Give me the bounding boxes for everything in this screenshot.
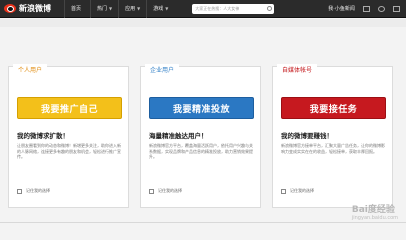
precise-ad-button[interactable]: 我要精准投放 (149, 97, 254, 119)
search-placeholder: 大家正在热搜：人大女神 (195, 5, 240, 11)
promote-myself-button[interactable]: 我要推广自己 (17, 97, 122, 119)
sub-header-strip (0, 19, 406, 27)
remember-choice-option[interactable]: 记住我的选择 (17, 188, 50, 194)
card-headline: 海量精准触达用户！ (149, 132, 208, 140)
message-icon[interactable] (362, 5, 370, 12)
nav-games[interactable]: 游戏 ▼ (146, 0, 174, 18)
nav-apps-label: 应用 (125, 6, 136, 12)
user-name-link[interactable]: 我·小鱼新闻 (328, 5, 355, 12)
chevron-down-icon: ▼ (137, 6, 141, 11)
gear-icon[interactable] (377, 5, 385, 12)
logo-text: 新浪微博 (19, 3, 51, 13)
personal-user-card: 个人用户 我要推广自己 我的微博求扩散！ 让朋友圈看到你的动态和微博！新增更多关… (8, 64, 129, 208)
chevron-down-icon: ▼ (109, 6, 113, 11)
logout-icon[interactable] (392, 5, 400, 12)
weibo-eye-icon (4, 4, 16, 13)
search-icon[interactable] (267, 5, 273, 11)
nav-games-label: 游戏 (153, 6, 164, 12)
remember-label: 记住我的选择 (290, 188, 314, 193)
nav-apps[interactable]: 应用 ▼ (118, 0, 146, 18)
baidu-jingyan-watermark: Bai度经验 jingyan.baidu.com (352, 202, 398, 221)
remember-checkbox[interactable] (281, 188, 286, 194)
remember-checkbox[interactable] (149, 188, 154, 194)
top-navigation-bar: 新浪微博 首页 热门 ▼ 应用 ▼ 游戏 ▼ 大家正在热搜：人大女神 我·小鱼新… (0, 0, 406, 18)
chevron-down-icon: ▼ (165, 6, 169, 11)
card-headline: 我的微博求扩散！ (17, 132, 69, 140)
watermark-main: Bai度经验 (351, 205, 395, 215)
nav-hot-label: 热门 (97, 6, 108, 12)
card-tab-personal: 个人用户 (13, 64, 48, 78)
card-headline: 我的微博要赚钱！ (281, 132, 333, 140)
card-description: 新浪微博官方平台，覆盖海量活跃用户，依托用户兴趣与关系数据，实现品牌和产品信息的… (149, 143, 253, 159)
remember-label: 记住我的选择 (26, 188, 50, 193)
card-description: 新浪微博官方接单平台，汇聚大量广告任务，让你的微博影响力变成实实在在的收益，轻松… (281, 143, 385, 154)
remember-label: 记住我的选择 (158, 188, 182, 193)
nav-hot[interactable]: 热门 ▼ (90, 0, 118, 18)
search-input[interactable]: 大家正在热搜：人大女神 (192, 3, 275, 14)
self-media-card: 自媒体帐号 我要接任务 我的微博要赚钱！ 新浪微博官方接单平台，汇聚大量广告任务… (272, 64, 393, 208)
take-task-button[interactable]: 我要接任务 (281, 97, 386, 119)
footer-divider (0, 222, 406, 223)
nav-home[interactable]: 首页 (64, 0, 90, 18)
remember-checkbox[interactable] (17, 188, 22, 194)
weibo-logo[interactable]: 新浪微博 (0, 3, 64, 14)
card-description: 让朋友圈看到你的动态和微博！新增更多关注，助你进入新的人脉网络，连接更多有趣的朋… (17, 143, 121, 159)
enterprise-user-card: 企业用户 我要精准投放 海量精准触达用户！ 新浪微博官方平台，覆盖海量活跃用户，… (140, 64, 261, 208)
watermark-sub: jingyan.baidu.com (351, 215, 398, 221)
remember-choice-option[interactable]: 记住我的选择 (281, 188, 314, 194)
card-tab-self-media: 自媒体帐号 (277, 64, 318, 78)
card-tab-enterprise: 企业用户 (145, 64, 180, 78)
remember-choice-option[interactable]: 记住我的选择 (149, 188, 182, 194)
